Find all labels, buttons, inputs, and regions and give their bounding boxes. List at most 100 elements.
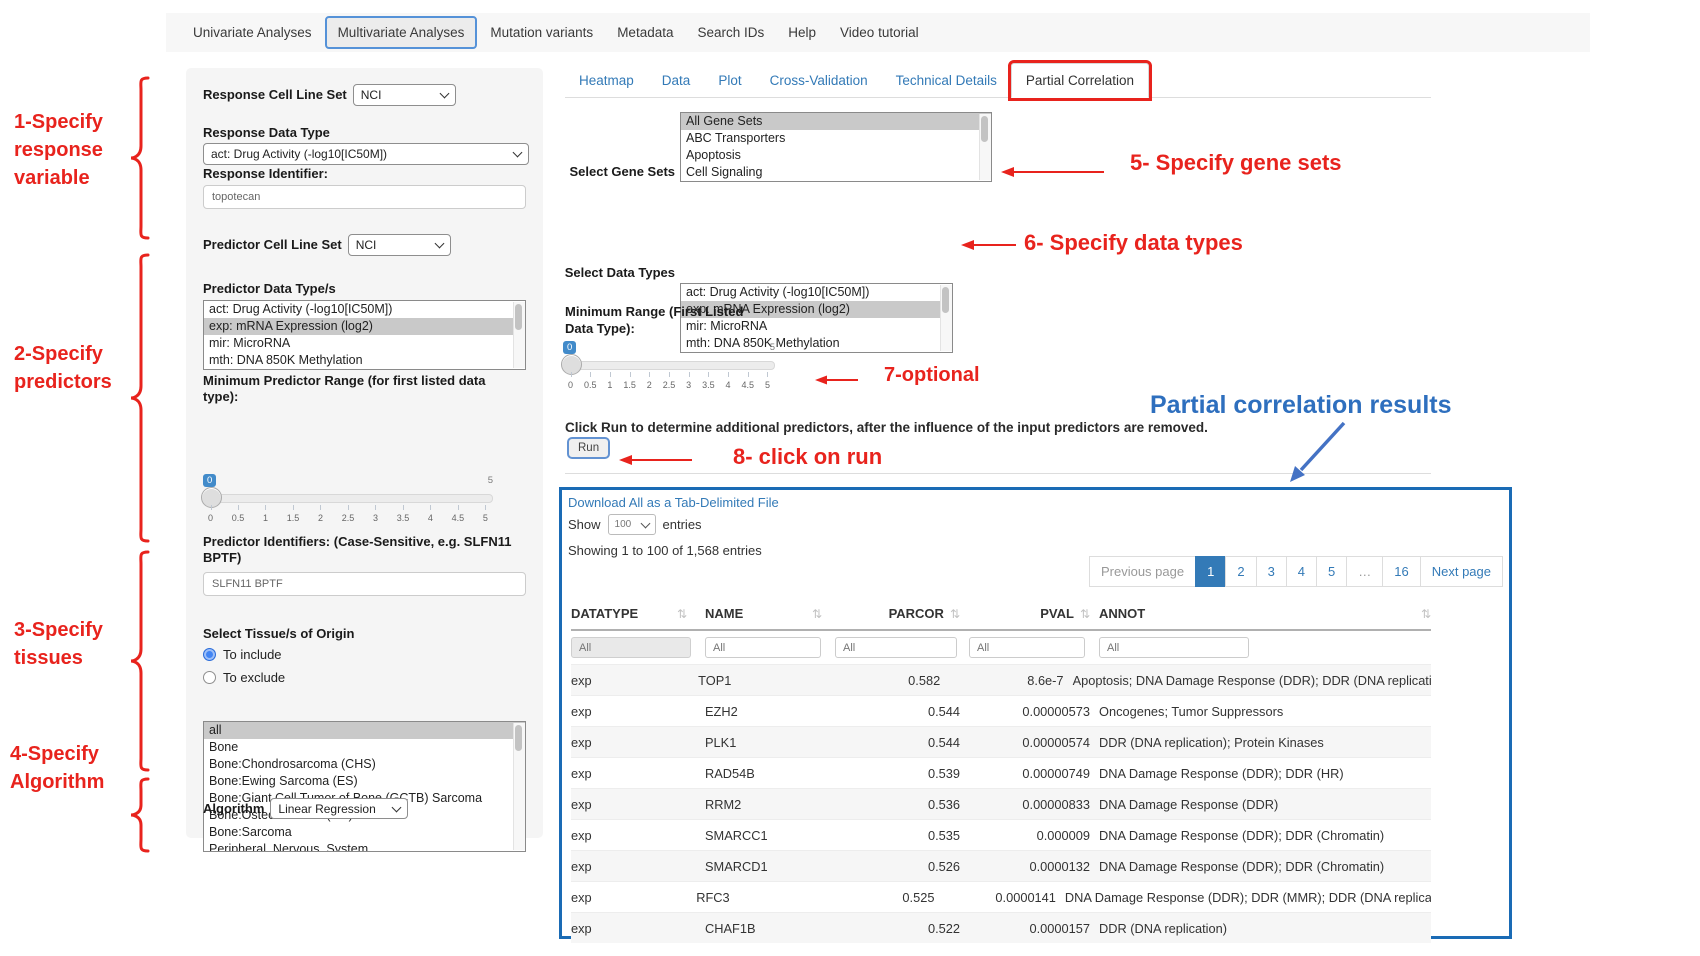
list-option-selected[interactable]: All Gene Sets — [681, 113, 991, 130]
list-option[interactable]: Bone — [204, 739, 525, 756]
list-option[interactable]: act: Drug Activity (-log10[IC50M]) — [204, 301, 525, 318]
column-header-parcor[interactable]: PARCOR⇅ — [828, 606, 960, 621]
nav-univariate-analyses[interactable]: Univariate Analyses — [182, 18, 323, 47]
min-range-slider[interactable]: 0 5 00.511.522.533.544.55 — [563, 341, 775, 391]
page-size-select[interactable]: 100 — [608, 514, 656, 535]
arrow-left-icon — [958, 237, 1020, 253]
table-row[interactable]: expSMARCD10.5260.0000132DNA Damage Respo… — [571, 850, 1431, 881]
data-types-label: Select Data Types — [517, 265, 675, 281]
tab-heatmap[interactable]: Heatmap — [565, 64, 648, 97]
arrow-down-left-icon — [1280, 418, 1355, 488]
sort-icon[interactable]: ⇅ — [677, 607, 687, 621]
nav-metadata[interactable]: Metadata — [606, 18, 684, 47]
annotation-step5: 5- Specify gene sets — [1130, 150, 1342, 176]
scrollbar[interactable] — [513, 723, 525, 850]
table-row[interactable]: expPLK10.5440.00000574DDR (DNA replicati… — [571, 726, 1431, 757]
list-option[interactable]: Bone:Chondrosarcoma (CHS) — [204, 756, 525, 773]
response-identifier-input[interactable] — [203, 185, 526, 209]
slider-track[interactable] — [203, 494, 493, 503]
download-link[interactable]: Download All as a Tab-Delimited File — [568, 495, 779, 510]
column-header-datatype[interactable]: DATATYPE⇅ — [571, 606, 705, 621]
list-option-selected[interactable]: exp: mRNA Expression (log2) — [204, 318, 525, 335]
gene-sets-listbox: All Gene Sets ABC Transporters Apoptosis… — [680, 112, 992, 182]
pagination: Previous page 1 2 3 4 5 … 16 Next page — [1090, 556, 1503, 587]
column-header-annot[interactable]: ANNOT⇅ — [1090, 606, 1431, 621]
nav-multivariate-analyses[interactable]: Multivariate Analyses — [325, 16, 478, 49]
slider-handle[interactable] — [561, 354, 582, 375]
scrollbar[interactable] — [979, 114, 991, 180]
tab-cross-validation[interactable]: Cross-Validation — [756, 64, 882, 97]
sort-icon[interactable]: ⇅ — [812, 607, 822, 621]
previous-page-button[interactable]: Previous page — [1089, 556, 1196, 587]
filter-name-input[interactable] — [705, 637, 821, 658]
column-header-pval[interactable]: PVAL⇅ — [960, 606, 1090, 621]
predictor-identifiers-input[interactable] — [203, 572, 526, 596]
list-option[interactable]: act: Drug Activity (-log10[IC50M]) — [681, 284, 952, 301]
page-button-4[interactable]: 4 — [1286, 556, 1317, 587]
list-option[interactable]: mir: MicroRNA — [204, 335, 525, 352]
slider-track[interactable] — [563, 361, 775, 370]
scrollbar[interactable] — [513, 302, 525, 368]
predictor-cell-line-set-select[interactable]: NCI — [348, 234, 451, 256]
tissue-include-radio[interactable]: To include — [203, 647, 282, 662]
list-option[interactable]: Bone:Sarcoma — [204, 824, 525, 841]
tab-technical-details[interactable]: Technical Details — [882, 64, 1011, 97]
table-row[interactable]: expEZH20.5440.00000573Oncogenes; Tumor S… — [571, 695, 1431, 726]
run-button[interactable]: Run — [567, 437, 610, 459]
table-row[interactable]: expRAD54B0.5390.00000749DNA Damage Respo… — [571, 757, 1431, 788]
entries-label: entries — [663, 517, 702, 532]
list-option[interactable]: ABC Transporters — [681, 130, 991, 147]
tissue-exclude-radio[interactable]: To exclude — [203, 670, 285, 685]
list-option-selected[interactable]: all — [204, 722, 525, 739]
table-row[interactable]: expRFC30.5250.0000141DNA Damage Response… — [571, 881, 1431, 912]
algorithm-label: Algorithm — [203, 801, 264, 817]
nav-video-tutorial[interactable]: Video tutorial — [829, 18, 930, 47]
app-root: Univariate Analyses Multivariate Analyse… — [0, 0, 1700, 956]
page-button-3[interactable]: 3 — [1256, 556, 1287, 587]
tab-partial-correlation[interactable]: Partial Correlation — [1011, 63, 1149, 98]
slider-handle[interactable] — [201, 487, 222, 508]
scrollbar[interactable] — [940, 285, 952, 351]
annotation-step6: 6- Specify data types — [1024, 230, 1243, 256]
slider-max-label: 5 — [488, 475, 493, 486]
nav-help[interactable]: Help — [777, 18, 827, 47]
slider-ticks: 00.511.522.533.544.55 — [567, 374, 771, 390]
page-button-2[interactable]: 2 — [1225, 556, 1256, 587]
list-option[interactable]: Bone:Ewing Sarcoma (ES) — [204, 773, 525, 790]
page-button-5[interactable]: 5 — [1316, 556, 1347, 587]
radio-selected-icon — [203, 648, 216, 661]
filter-datatype-input[interactable] — [571, 637, 691, 658]
slider-max-label: 5 — [770, 342, 775, 353]
sort-icon[interactable]: ⇅ — [950, 607, 960, 621]
nav-search-ids[interactable]: Search IDs — [686, 18, 775, 47]
list-option[interactable]: Apoptosis — [681, 147, 991, 164]
column-header-name[interactable]: NAME⇅ — [705, 606, 828, 621]
list-option[interactable]: Cell Signaling — [681, 164, 991, 181]
response-cell-line-set-select[interactable]: NCI — [353, 84, 456, 106]
table-row[interactable]: expTOP10.5828.6e-7Apoptosis; DNA Damage … — [571, 664, 1431, 695]
response-data-type-select[interactable]: act: Drug Activity (-log10[IC50M]) — [203, 143, 529, 165]
arrow-left-icon — [998, 164, 1108, 180]
table-row[interactable]: expCHAF1B0.5220.0000157DDR (DNA replicat… — [571, 912, 1431, 943]
top-nav: Univariate Analyses Multivariate Analyse… — [166, 13, 1590, 52]
list-option[interactable]: mth: DNA 850K Methylation — [204, 352, 525, 369]
tab-data[interactable]: Data — [648, 64, 705, 97]
min-predictor-range-slider[interactable]: 0 5 00.511.522.533.544.55 — [203, 474, 493, 524]
sidebar-form-panel: Response Cell Line Set NCI Response Data… — [186, 68, 543, 838]
filter-pval-input[interactable] — [969, 637, 1085, 658]
response-cell-line-set-label: Response Cell Line Set — [203, 87, 347, 103]
sort-icon[interactable]: ⇅ — [1421, 607, 1431, 621]
tab-plot[interactable]: Plot — [704, 64, 755, 97]
filter-annot-input[interactable] — [1099, 637, 1249, 658]
list-option[interactable]: Peripheral_Nervous_System — [204, 841, 525, 852]
filter-parcor-input[interactable] — [835, 637, 957, 658]
table-row[interactable]: expSMARCC10.5350.000009DNA Damage Respon… — [571, 819, 1431, 850]
sort-icon[interactable]: ⇅ — [1080, 607, 1090, 621]
page-button-16[interactable]: 16 — [1382, 556, 1420, 587]
next-page-button[interactable]: Next page — [1420, 556, 1503, 587]
table-row[interactable]: expRRM20.5360.00000833DNA Damage Respons… — [571, 788, 1431, 819]
showing-entries-text: Showing 1 to 100 of 1,568 entries — [568, 543, 762, 558]
nav-mutation-variants[interactable]: Mutation variants — [479, 18, 604, 47]
page-button-1[interactable]: 1 — [1195, 556, 1226, 587]
algorithm-select[interactable]: Linear Regression — [270, 798, 408, 819]
